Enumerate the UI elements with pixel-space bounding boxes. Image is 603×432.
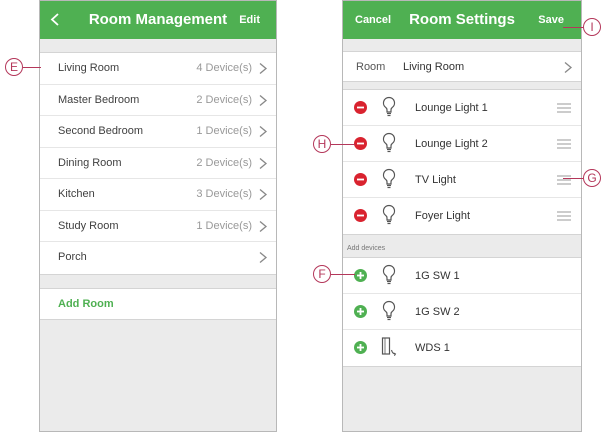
room-row-dining-room[interactable]: Dining Room 2 Device(s) [40, 148, 276, 179]
device-count: 2 Device(s) [196, 156, 252, 169]
add-icon[interactable] [354, 269, 367, 282]
add-icon[interactable] [354, 305, 367, 318]
device-count: 4 Device(s) [196, 62, 252, 74]
callout-h: H [313, 135, 331, 153]
remove-icon[interactable] [354, 101, 367, 114]
room-name: Dining Room [58, 156, 122, 169]
bulb-icon [382, 204, 396, 225]
room-selector[interactable]: Room Living Room [343, 51, 581, 82]
device-name: 1G SW 1 [415, 270, 460, 282]
bulb-icon [382, 168, 396, 189]
remove-icon[interactable] [354, 137, 367, 150]
room-settings-header: Cancel Room Settings Save [343, 1, 581, 39]
room-row-living-room[interactable]: Living Room 4 Device(s) [40, 53, 276, 85]
add-room-button[interactable]: Add Room [40, 288, 276, 320]
room-row-master-bedroom[interactable]: Master Bedroom 2 Device(s) [40, 85, 276, 116]
window-door-sensor-icon [381, 337, 397, 357]
device-count: 3 Device(s) [196, 188, 252, 200]
chevron-right-icon [564, 62, 573, 73]
bulb-icon [382, 132, 396, 153]
device-row: Foyer Light [343, 198, 581, 234]
save-button[interactable]: Save [538, 1, 564, 39]
device-name: WDS 1 [415, 342, 450, 354]
callout-e: E [5, 58, 23, 76]
device-name: Lounge Light 2 [415, 138, 488, 150]
callout-f: F [313, 265, 331, 283]
callout-g: G [583, 169, 601, 187]
callout-e-line [23, 67, 41, 68]
room-name: Master Bedroom [58, 93, 140, 106]
bulb-icon [382, 96, 396, 117]
drag-handle-icon[interactable] [557, 103, 571, 113]
room-row-kitchen[interactable]: Kitchen 3 Device(s) [40, 179, 276, 211]
callout-g-line [563, 178, 583, 179]
device-row: Lounge Light 1 [343, 90, 581, 126]
callout-i: I [583, 18, 601, 36]
chevron-right-icon [259, 220, 268, 232]
room-row-porch[interactable]: Porch [40, 242, 276, 274]
remove-icon[interactable] [354, 173, 367, 186]
device-row: Lounge Light 2 [343, 126, 581, 162]
chevron-right-icon [259, 63, 268, 74]
device-name: Foyer Light [415, 210, 471, 222]
room-name: Study Room [58, 219, 119, 232]
room-name: Second Bedroom [58, 125, 143, 137]
device-name: 1G SW 2 [415, 306, 460, 318]
room-management-header: Room Management Edit [40, 1, 276, 39]
device-row: 1G SW 2 [343, 294, 581, 330]
room-list: Living Room 4 Device(s) Master Bedroom 2… [40, 52, 276, 275]
edit-button[interactable]: Edit [239, 1, 260, 39]
add-room-label: Add Room [58, 298, 114, 310]
room-name: Porch [58, 251, 87, 263]
bulb-icon [382, 264, 396, 285]
device-row: 1G SW 1 [343, 258, 581, 294]
device-row: TV Light [343, 162, 581, 198]
chevron-right-icon [259, 157, 268, 169]
chevron-right-icon [259, 189, 268, 200]
callout-i-line [563, 27, 583, 28]
add-devices-label: Add devices [347, 245, 386, 252]
room-settings-screen: Cancel Room Settings Save Room Living Ro… [342, 0, 582, 432]
device-name: TV Light [415, 174, 456, 186]
chevron-right-icon [259, 94, 268, 106]
room-row-second-bedroom[interactable]: Second Bedroom 1 Device(s) [40, 116, 276, 148]
available-device-list: 1G SW 1 1G SW 2 WDS 1 [343, 257, 581, 367]
device-name: Lounge Light 1 [415, 102, 488, 114]
drag-handle-icon[interactable] [557, 139, 571, 149]
room-management-screen: Room Management Edit Living Room 4 Devic… [39, 0, 277, 432]
bulb-icon [382, 300, 396, 321]
chevron-right-icon [259, 126, 268, 137]
device-count: 1 Device(s) [196, 125, 252, 137]
device-row: WDS 1 [343, 330, 581, 366]
device-count: 2 Device(s) [196, 93, 252, 106]
callout-f-line [331, 274, 355, 275]
drag-handle-icon[interactable] [557, 211, 571, 221]
chevron-right-icon [259, 252, 268, 263]
drag-handle-icon[interactable] [557, 175, 571, 185]
room-label: Room [356, 61, 386, 73]
room-name: Living Room [58, 62, 120, 74]
remove-icon[interactable] [354, 209, 367, 222]
callout-h-line [331, 144, 355, 145]
room-name: Kitchen [58, 188, 95, 200]
device-count: 1 Device(s) [196, 219, 252, 232]
room-value: Living Room [403, 61, 465, 73]
add-icon[interactable] [354, 341, 367, 354]
room-row-study-room[interactable]: Study Room 1 Device(s) [40, 211, 276, 242]
assigned-device-list: Lounge Light 1 Lounge Light 2 TV Light F… [343, 89, 581, 235]
